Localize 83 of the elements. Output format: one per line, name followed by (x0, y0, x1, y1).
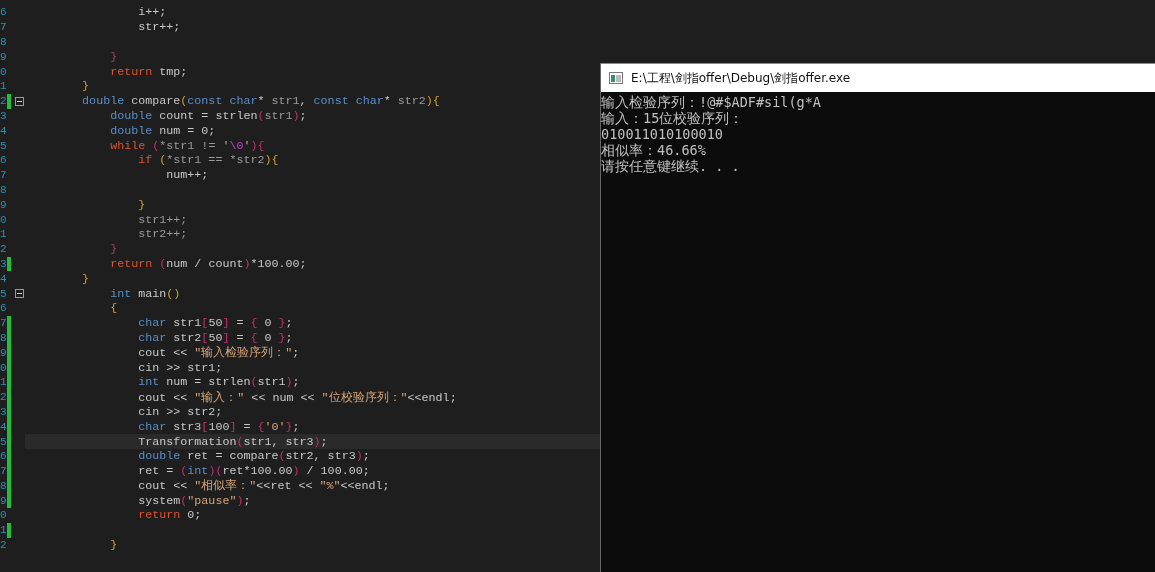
code-line: } (110, 242, 118, 257)
line-number: 8 (0, 183, 7, 196)
code-line: double compare(const char* str1, const char* str2){ (82, 94, 440, 109)
code-line: str2++; (138, 227, 188, 242)
code-line: { (110, 301, 118, 316)
change-marker (7, 93, 11, 109)
line-number: 1 (0, 80, 7, 93)
code-line: char str1[50] = { 0 }; (138, 316, 293, 331)
console-output-line: 输入：15位校验序列： (601, 110, 745, 126)
console-output-line: 010011010100010 (601, 126, 724, 142)
code-line: } (82, 271, 90, 286)
code-line: } (138, 197, 146, 212)
code-line: char str3[100] = {'0'}; (138, 419, 300, 434)
change-marker (7, 256, 11, 272)
code-line: if (*str1 == *str2){ (138, 153, 279, 168)
code-line: num++; (166, 168, 209, 183)
line-number: 6 (0, 6, 7, 19)
line-number: 5 (0, 435, 7, 448)
collapse-icon[interactable] (15, 289, 24, 299)
code-line: ret = (int)(ret*100.00) / 100.00; (138, 464, 370, 479)
line-number: 2 (0, 539, 7, 552)
line-number: 8 (0, 479, 7, 492)
code-line: while (*str1 != '\0'){ (110, 138, 265, 153)
code-line: } (110, 49, 118, 64)
line-number: 6 (0, 450, 7, 463)
line-number: 1 (0, 228, 7, 241)
line-number: 8 (0, 331, 7, 344)
line-number: 9 (0, 346, 7, 359)
code-line: double count = strlen(str1); (110, 108, 307, 123)
line-number: 0 (0, 65, 7, 78)
line-number: 9 (0, 494, 7, 507)
console-output-line: 请按任意键继续. . . (601, 158, 741, 174)
line-number: 2 (0, 243, 7, 256)
change-marker (7, 522, 11, 538)
code-line: cout << "相似率："<<ret << "%"<<endl; (138, 478, 390, 494)
line-number: 7 (0, 169, 7, 182)
code-line: i++; (138, 5, 167, 20)
line-number: 7 (0, 317, 7, 330)
window-icon (609, 72, 623, 84)
line-number: 4 (0, 124, 7, 137)
console-output-line: 相似率：46.66% (601, 142, 707, 158)
console-output-line: 输入检验序列：!@#$ADF#sil(g*A (601, 94, 822, 110)
line-number: 3 (0, 109, 7, 122)
collapse-icon[interactable] (15, 96, 24, 106)
code-line: return (num / count)*100.00; (110, 256, 307, 271)
line-number: 5 (0, 287, 7, 300)
line-number: 3 (0, 257, 7, 270)
code-line: system("pause"); (138, 493, 251, 508)
line-number: 9 (0, 198, 7, 211)
code-line: } (110, 538, 118, 553)
code-line: int num = strlen(str1); (138, 375, 300, 390)
code-line: int main() (110, 286, 181, 301)
line-number: 4 (0, 420, 7, 433)
line-number: 2 (0, 391, 7, 404)
line-number: 2 (0, 95, 7, 108)
line-number: 7 (0, 21, 7, 34)
line-number: 9 (0, 50, 7, 63)
window-title: E:\工程\剑指offer\Debug\剑指offer.exe (631, 69, 851, 87)
line-number: 4 (0, 272, 7, 285)
code-line: cout << "输入检验序列："; (138, 345, 300, 361)
line-number: 0 (0, 361, 7, 374)
code-line: str1++; (138, 212, 188, 227)
code-line: double ret = compare(str2, str3); (138, 449, 370, 464)
code-line: Transformation(str1, str3); (138, 434, 328, 449)
line-number: 5 (0, 139, 7, 152)
code-line: char str2[50] = { 0 }; (138, 330, 293, 345)
line-number: 0 (0, 213, 7, 226)
code-line: cin >> str1; (138, 360, 223, 375)
code-line: return tmp; (110, 64, 188, 79)
line-number: 7 (0, 465, 7, 478)
code-line: double num = 0; (110, 123, 216, 138)
line-number: 1 (0, 524, 7, 537)
code-line: } (82, 79, 90, 94)
line-number: 3 (0, 405, 7, 418)
line-number: 8 (0, 36, 7, 48)
code-line: cin >> str2; (138, 404, 223, 419)
line-number: 6 (0, 302, 7, 315)
line-number: 1 (0, 376, 7, 389)
line-number: 6 (0, 154, 7, 167)
code-line: cout << "输入：" << num << "位校验序列："<<endl; (138, 389, 457, 405)
line-number: 0 (0, 509, 7, 522)
code-line: return 0; (138, 508, 202, 523)
code-line: str++; (138, 20, 181, 35)
